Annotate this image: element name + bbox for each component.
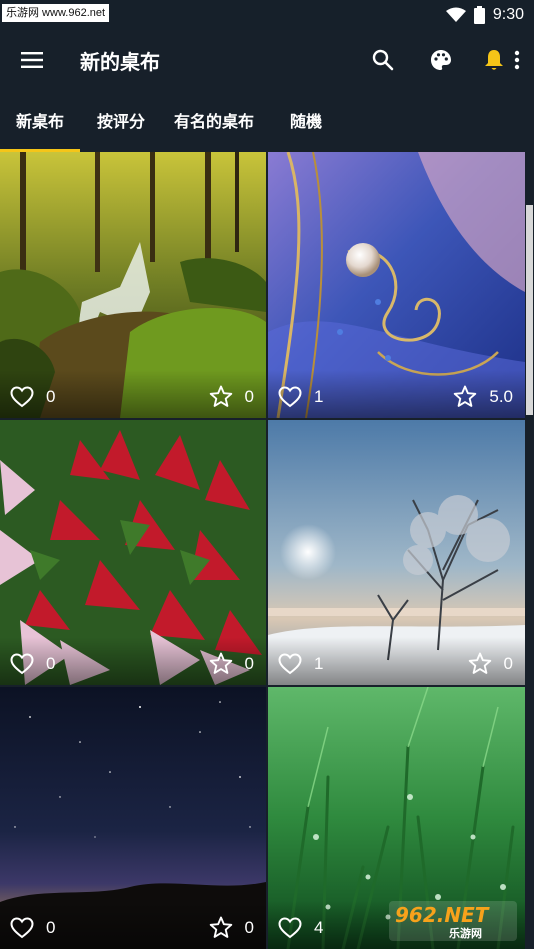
palette-button[interactable] xyxy=(423,42,459,78)
tab-famous[interactable]: 有名的桌布 xyxy=(174,88,254,152)
status-icons: 9:30 xyxy=(445,3,524,27)
likes[interactable]: 0 xyxy=(10,386,55,408)
menu-button[interactable] xyxy=(14,42,50,78)
rating[interactable]: 0 xyxy=(468,652,513,675)
heart-icon xyxy=(278,386,302,408)
app-bar: 新的桌布 xyxy=(0,30,534,88)
wallpaper-tile[interactable]: 4 962.NET 乐游网 xyxy=(268,687,525,949)
rating-value: 0 xyxy=(244,917,254,937)
wallpaper-tile[interactable]: 1 0 xyxy=(268,420,525,685)
rating[interactable]: 0 xyxy=(209,385,254,408)
likes[interactable]: 0 xyxy=(10,917,55,939)
search-icon xyxy=(372,49,394,71)
heart-icon xyxy=(278,653,302,675)
tab-new[interactable]: 新桌布 xyxy=(16,88,64,152)
rating-value: 5.0 xyxy=(489,386,513,406)
likes[interactable]: 0 xyxy=(10,653,55,675)
wallpaper-tile[interactable]: 0 0 xyxy=(0,687,266,949)
page-title: 新的桌布 xyxy=(80,50,160,74)
heart-icon xyxy=(10,653,34,675)
scrollbar-thumb[interactable] xyxy=(526,205,533,415)
watermark-label: 乐游网 www.962.net xyxy=(2,4,110,22)
like-count: 0 xyxy=(46,918,56,937)
heart-icon xyxy=(10,386,34,408)
tab-bar: 新桌布 按评分 有名的桌布 随機 xyxy=(0,88,534,152)
rating-value: 0 xyxy=(503,653,513,673)
watermark-sub: 乐游网 xyxy=(449,927,482,940)
wallpaper-tile[interactable]: 1 5.0 xyxy=(268,152,525,418)
like-count: 0 xyxy=(46,654,56,673)
wallpaper-tile[interactable]: 0 0 xyxy=(0,152,266,418)
like-count: 0 xyxy=(46,387,56,406)
star-icon xyxy=(209,385,232,407)
wifi-icon xyxy=(445,7,466,22)
heart-icon xyxy=(278,917,302,939)
like-count: 1 xyxy=(314,387,324,406)
watermark-logo: 962.NET xyxy=(395,903,489,927)
likes[interactable]: 1 xyxy=(278,386,323,408)
more-vert-icon xyxy=(514,50,520,70)
like-count: 1 xyxy=(314,654,324,673)
status-bar: 乐游网 www.962.net 9:30 xyxy=(0,0,534,30)
like-count: 4 xyxy=(314,918,324,937)
palette-icon xyxy=(431,50,451,70)
rating[interactable]: 0 xyxy=(209,652,254,675)
heart-icon xyxy=(10,917,34,939)
wallpaper-grid: 0 0 1 5.0 0 0 1 0 0 0 4 962.NET 乐游网 xyxy=(0,152,534,949)
star-icon xyxy=(468,652,491,674)
star-icon xyxy=(209,916,232,938)
tab-random[interactable]: 随機 xyxy=(290,88,322,152)
rating-value: 0 xyxy=(244,386,254,406)
search-button[interactable] xyxy=(365,42,401,78)
wallpaper-tile[interactable]: 0 0 xyxy=(0,420,266,685)
likes[interactable]: 1 xyxy=(278,653,323,675)
rating-value: 0 xyxy=(244,653,254,673)
battery-icon xyxy=(473,6,485,24)
star-icon xyxy=(209,652,232,674)
more-options-button[interactable] xyxy=(500,42,534,78)
likes[interactable]: 4 xyxy=(278,917,323,939)
tab-by-rating[interactable]: 按评分 xyxy=(97,88,145,152)
menu-icon xyxy=(21,52,43,68)
rating[interactable]: 5.0 xyxy=(453,385,513,408)
rating[interactable]: 0 xyxy=(209,916,254,939)
clock: 9:30 xyxy=(492,6,524,23)
site-watermark: 962.NET 乐游网 xyxy=(389,901,517,941)
star-icon xyxy=(454,385,477,407)
